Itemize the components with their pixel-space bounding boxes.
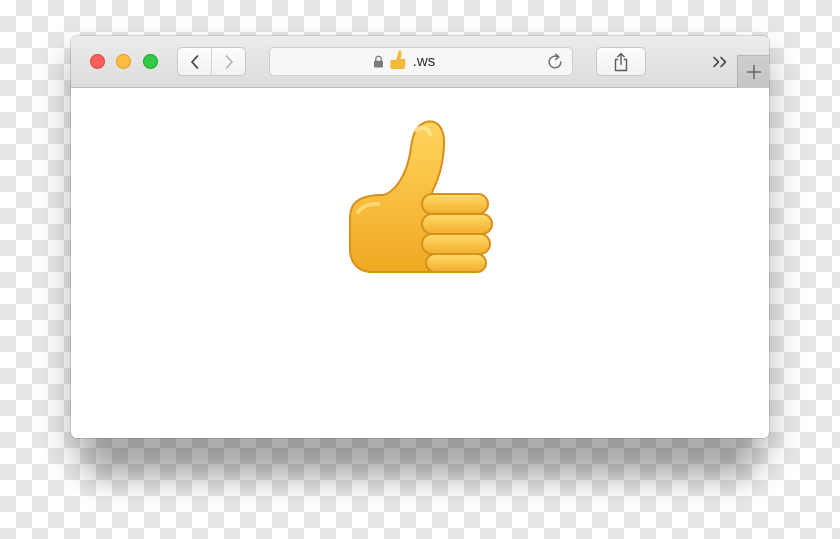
- zoom-window-button[interactable]: [143, 54, 158, 69]
- double-chevron-right-icon: [713, 56, 727, 68]
- minimize-window-button[interactable]: [116, 54, 131, 69]
- page-content: [71, 88, 769, 438]
- chevron-left-icon: [190, 54, 198, 69]
- overflow-menu-button[interactable]: [707, 50, 733, 74]
- close-window-button[interactable]: [90, 54, 105, 69]
- lock-icon: [373, 55, 384, 68]
- new-tab-button[interactable]: [737, 55, 769, 88]
- chevron-right-icon: [225, 54, 233, 69]
- reload-icon[interactable]: [546, 53, 564, 71]
- url-text: .ws: [412, 53, 436, 70]
- plus-icon: [746, 65, 761, 79]
- forward-button[interactable]: [211, 48, 245, 75]
- back-button[interactable]: [178, 48, 211, 75]
- browser-window: .ws: [71, 36, 769, 438]
- share-button[interactable]: [596, 47, 646, 76]
- thumbs-up-emoji: [349, 120, 493, 273]
- address-bar[interactable]: .ws: [269, 47, 573, 76]
- window-shadow: [88, 438, 752, 482]
- browser-toolbar: .ws: [71, 36, 769, 88]
- thumbs-up-icon: [389, 49, 408, 74]
- navigation-buttons: [177, 47, 246, 76]
- share-icon: [614, 52, 628, 71]
- address-display: .ws: [270, 48, 538, 75]
